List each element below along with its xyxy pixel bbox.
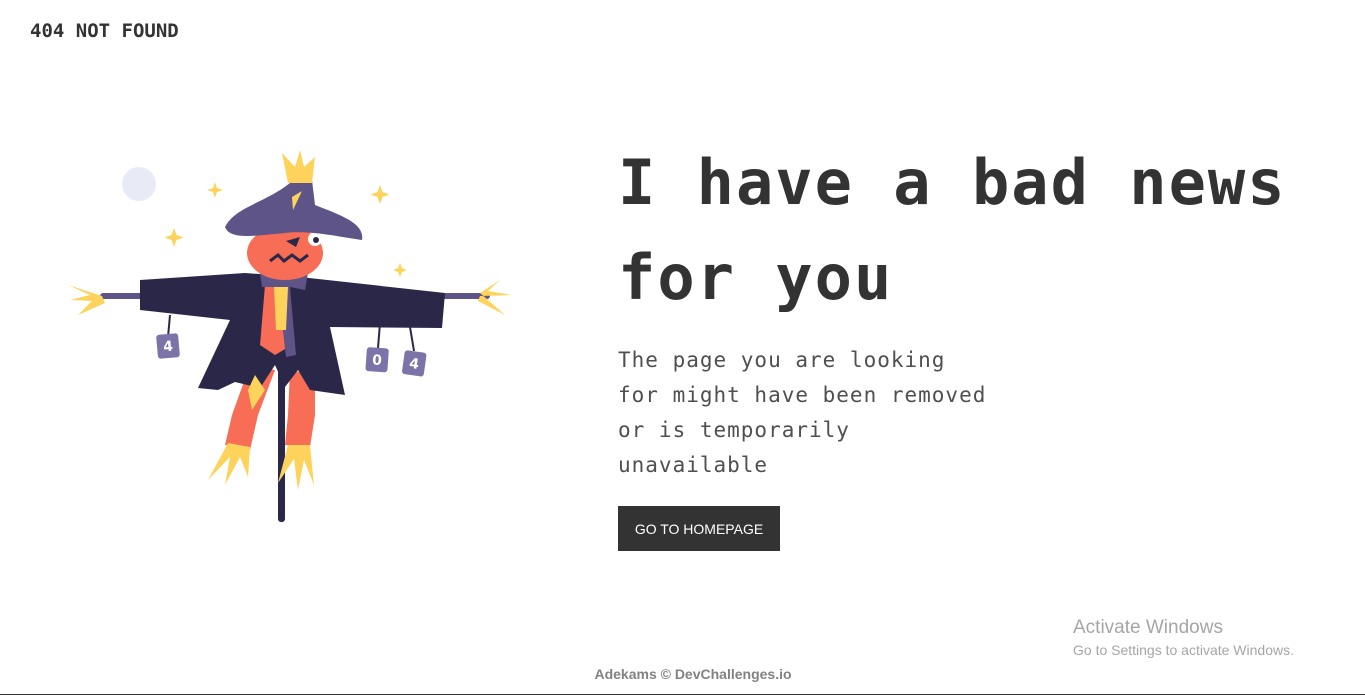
can-middle-label: 0 bbox=[372, 352, 383, 369]
footer-credit: Adekams © DevChallenges.io bbox=[594, 666, 792, 682]
scarecrow-illustration: 4 0 4 bbox=[68, 150, 512, 522]
watermark-subtitle: Go to Settings to activate Windows. bbox=[1073, 642, 1294, 658]
site-logo-text: 404 NOT FOUND bbox=[30, 20, 179, 42]
watermark-title: Activate Windows bbox=[1073, 617, 1223, 638]
moon-icon bbox=[122, 167, 156, 201]
error-message: The page you are looking for might have … bbox=[618, 348, 987, 477]
can-left-label: 4 bbox=[163, 339, 174, 356]
error-headline: I have a bad news for you bbox=[618, 146, 1287, 314]
windows-activation-watermark: Activate Windows Go to Settings to activ… bbox=[1073, 617, 1294, 661]
go-to-homepage-button[interactable]: GO TO HOMEPAGE bbox=[618, 506, 780, 551]
